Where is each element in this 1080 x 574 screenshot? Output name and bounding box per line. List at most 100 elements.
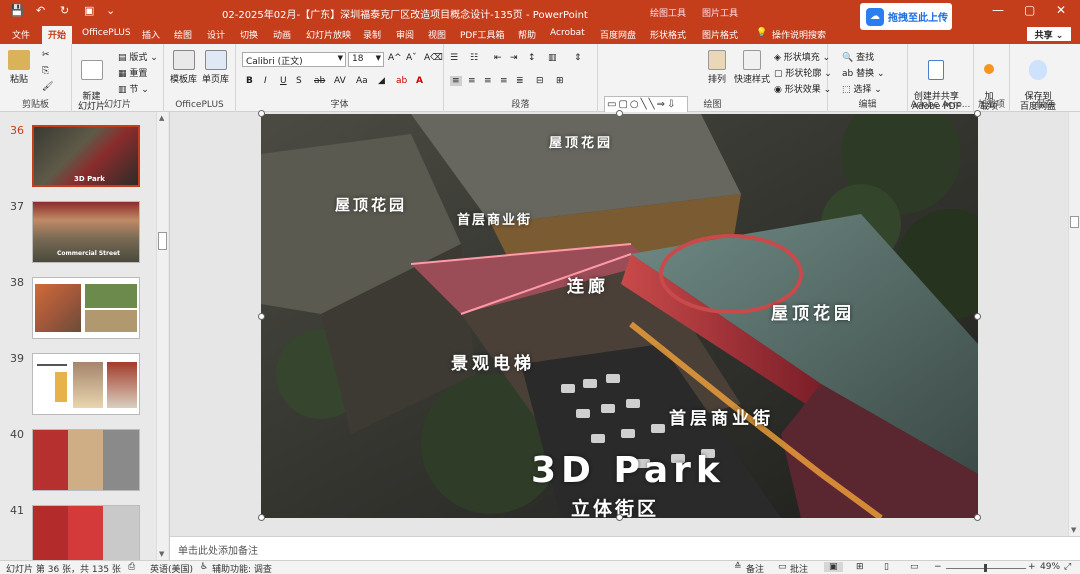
- tab-record[interactable]: 录制: [363, 28, 381, 41]
- upload-button[interactable]: ☁ 拖拽至此上传: [860, 3, 952, 30]
- resize-handle[interactable]: [974, 110, 981, 117]
- tab-picture-format[interactable]: 图片格式: [702, 28, 738, 41]
- align-left-icon[interactable]: ≡: [450, 76, 462, 86]
- notes-pane[interactable]: 单击此处添加备注: [170, 536, 1080, 560]
- redo-icon[interactable]: ↻: [60, 4, 69, 17]
- normal-view-icon[interactable]: ▣: [824, 562, 843, 572]
- reset-button[interactable]: ▦ 重置: [118, 66, 147, 79]
- text-direction-icon[interactable]: ⇕: [574, 53, 582, 63]
- restore-icon[interactable]: ▢: [1024, 3, 1035, 17]
- char-spacing-icon[interactable]: AV: [334, 76, 346, 86]
- change-case-icon[interactable]: Aa: [356, 76, 368, 86]
- template-library-button[interactable]: 模板库: [170, 50, 197, 85]
- resize-handle[interactable]: [258, 313, 265, 320]
- comments-toggle[interactable]: 批注: [790, 562, 808, 574]
- select-button[interactable]: ⬚ 选择 ⌄: [842, 82, 882, 95]
- tab-file[interactable]: 文件: [12, 28, 30, 41]
- quick-styles-button[interactable]: 快速样式: [734, 50, 770, 85]
- bold-icon[interactable]: B: [246, 76, 253, 86]
- cut-icon[interactable]: ✂: [42, 50, 50, 60]
- slide-sorter-icon[interactable]: ⊞: [856, 562, 864, 572]
- tab-home[interactable]: 开始: [42, 26, 73, 44]
- tab-baidu-netdisk[interactable]: 百度网盘: [600, 28, 636, 41]
- editor-scrollbar[interactable]: ▼: [1068, 112, 1080, 536]
- slide-thumbnail[interactable]: [32, 505, 140, 567]
- single-page-library-button[interactable]: 单页库: [202, 50, 229, 85]
- italic-icon[interactable]: I: [264, 76, 267, 86]
- decrease-indent-icon[interactable]: ⇤: [494, 53, 502, 63]
- zoom-slider-thumb[interactable]: [984, 564, 987, 572]
- spellcheck-icon[interactable]: ⎙: [128, 562, 135, 572]
- slide-thumbnail[interactable]: [32, 429, 140, 491]
- tab-shape-format[interactable]: 形状格式: [650, 28, 686, 41]
- notes-placeholder[interactable]: 单击此处添加备注: [178, 542, 258, 557]
- tab-review[interactable]: 审阅: [396, 28, 414, 41]
- slide-thumbnail[interactable]: Commercial Street: [32, 201, 140, 263]
- resize-handle[interactable]: [974, 514, 981, 521]
- section-button[interactable]: ▥ 节 ⌄: [118, 82, 149, 95]
- tab-transitions[interactable]: 切换: [240, 28, 258, 41]
- bullets-icon[interactable]: ☰: [450, 53, 458, 63]
- clear-format-icon[interactable]: A⌫: [424, 53, 443, 63]
- resize-handle[interactable]: [258, 514, 265, 521]
- find-button[interactable]: 🔍 查找: [842, 50, 874, 63]
- increase-indent-icon[interactable]: ⇥: [510, 53, 518, 63]
- eraser-icon[interactable]: ◢: [378, 76, 385, 86]
- format-painter-icon[interactable]: 🖌: [42, 82, 53, 92]
- shrink-font-icon[interactable]: Aˇ: [406, 53, 417, 63]
- save-icon[interactable]: 💾: [10, 4, 24, 17]
- tab-design[interactable]: 设计: [207, 28, 225, 41]
- tab-acrobat[interactable]: Acrobat: [550, 28, 585, 38]
- underline-icon[interactable]: U: [280, 76, 287, 86]
- distributed-icon[interactable]: ≣: [516, 76, 524, 86]
- zoom-level[interactable]: 49%: [1040, 562, 1060, 572]
- tab-slideshow[interactable]: 幻灯片放映: [306, 28, 351, 41]
- shadow-icon[interactable]: S: [296, 76, 302, 86]
- zoom-in-icon[interactable]: +: [1028, 562, 1036, 572]
- close-icon[interactable]: ✕: [1056, 3, 1066, 17]
- font-name-combo[interactable]: Calibri (正文) ▼: [242, 52, 346, 67]
- tab-animations[interactable]: 动画: [273, 28, 291, 41]
- smartart-icon[interactable]: ⊞: [556, 76, 564, 86]
- font-color-icon[interactable]: A: [416, 76, 423, 86]
- align-text-icon[interactable]: ⊟: [536, 76, 544, 86]
- slide-thumbnail[interactable]: 3D Park: [32, 125, 140, 187]
- numbering-icon[interactable]: ☷: [470, 53, 478, 63]
- share-button[interactable]: 共享 ⌄: [1026, 26, 1072, 42]
- zoom-out-icon[interactable]: −: [934, 562, 942, 572]
- reading-view-icon[interactable]: ▯: [884, 562, 889, 572]
- tab-view[interactable]: 视图: [428, 28, 446, 41]
- slide-thumbnail[interactable]: [32, 277, 140, 339]
- columns-icon[interactable]: ▥: [548, 53, 557, 63]
- grow-font-icon[interactable]: A^: [388, 53, 402, 63]
- copy-icon[interactable]: ⎘: [42, 66, 49, 76]
- shape-effects-button[interactable]: ◉ 形状效果 ⌄: [774, 82, 831, 95]
- undo-icon[interactable]: ↶: [36, 4, 45, 17]
- justify-icon[interactable]: ≡: [500, 76, 508, 86]
- tab-draw[interactable]: 绘图: [174, 28, 192, 41]
- thumbnail-scrollbar[interactable]: ▲ ▼: [156, 112, 168, 560]
- font-size-combo[interactable]: 18 ▼: [348, 52, 384, 67]
- accessibility-status[interactable]: 辅助功能: 调查: [212, 562, 272, 574]
- language-indicator[interactable]: 英语(美国): [150, 562, 193, 574]
- minimize-icon[interactable]: —: [992, 3, 1004, 17]
- slide-thumbnail[interactable]: [32, 353, 140, 415]
- fit-to-window-icon[interactable]: ⤢: [1064, 562, 1071, 572]
- notes-toggle[interactable]: 备注: [746, 562, 764, 574]
- layout-button[interactable]: ▤ 版式 ⌄: [118, 50, 158, 63]
- shape-outline-button[interactable]: ▢ 形状轮廓 ⌄: [774, 66, 832, 79]
- tab-pdf-toolbox[interactable]: PDF工具箱: [460, 28, 505, 41]
- resize-handle[interactable]: [974, 313, 981, 320]
- slide-canvas[interactable]: 屋顶花园 屋顶花园 屋顶花园 首层商业街 首层商业街 连廊 景观电梯 3D Pa…: [261, 114, 978, 518]
- tab-officeplus[interactable]: OfficePLUS: [82, 28, 131, 38]
- tab-insert[interactable]: 插入: [142, 28, 160, 41]
- align-center-icon[interactable]: ≡: [468, 76, 476, 86]
- present-icon[interactable]: ▣: [84, 4, 94, 17]
- slideshow-view-icon[interactable]: ▭: [910, 562, 919, 572]
- align-right-icon[interactable]: ≡: [484, 76, 492, 86]
- replace-button[interactable]: ab 替换 ⌄: [842, 66, 885, 79]
- slide-thumbnail-panel[interactable]: 36 3D Park 37 Commercial Street 38 39 40…: [0, 112, 170, 567]
- line-spacing-icon[interactable]: ↕: [528, 53, 536, 63]
- arrange-button[interactable]: 排列: [708, 50, 726, 85]
- paste-button[interactable]: 粘贴: [8, 50, 30, 85]
